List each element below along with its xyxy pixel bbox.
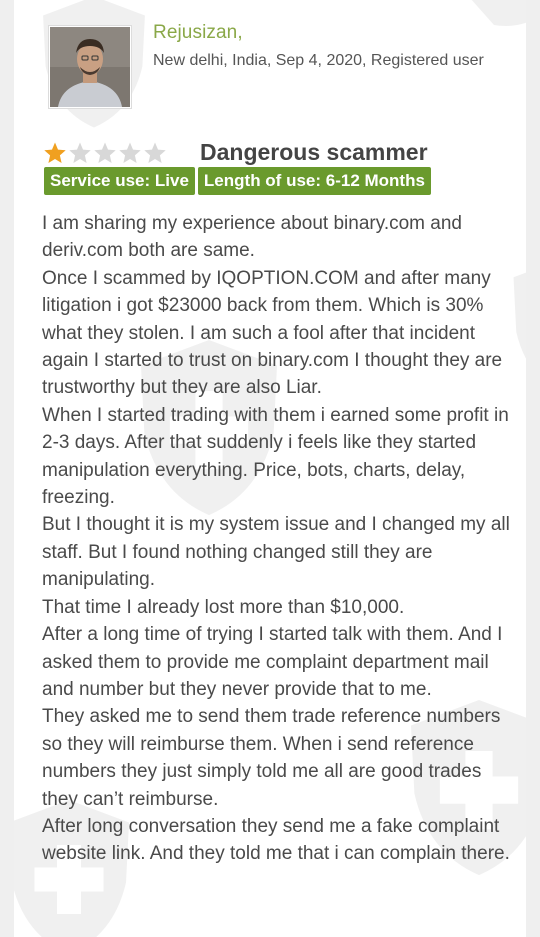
star-empty-icon [119, 142, 141, 163]
avatar[interactable] [48, 25, 132, 109]
star-rating [43, 141, 167, 165]
service-use-badge: Service use: Live [44, 167, 195, 195]
length-of-use-badge: Length of use: 6-12 Months [197, 167, 431, 195]
review-paragraph: After a long time of trying I started ta… [42, 624, 503, 700]
review-body: I am sharing my experience about binary.… [42, 210, 512, 868]
star-empty-icon [94, 142, 116, 163]
shield-watermark-icon [471, 0, 526, 26]
review-paragraph: When I started trading with them i earne… [42, 404, 509, 509]
user-photo-icon [50, 27, 130, 107]
review-paragraph: They asked me to send them trade referen… [42, 706, 501, 810]
review-paragraph: But I thought it is my system issue and … [42, 514, 510, 591]
star-empty-icon [69, 142, 91, 163]
review-card: Rejusizan, New delhi, India, Sep 4, 2020… [14, 0, 526, 937]
star-filled-icon [44, 142, 66, 163]
review-paragraph: Once I scammed by IQOPTION.COM and after… [42, 267, 503, 399]
review-title: Dangerous scammer [200, 139, 428, 165]
reviewer-name[interactable]: Rejusizan, [153, 22, 243, 44]
review-paragraph: I am sharing my experience about binary.… [42, 213, 462, 262]
review-paragraph: After long conversation they send me a f… [42, 815, 510, 865]
star-empty-icon [144, 142, 166, 163]
review-paragraph: That time I already lost more than $10,0… [42, 596, 405, 618]
reviewer-meta: New delhi, India, Sep 4, 2020, Registere… [153, 52, 484, 69]
badge-row: Service use: Live Length of use: 6-12 Mo… [44, 167, 431, 195]
